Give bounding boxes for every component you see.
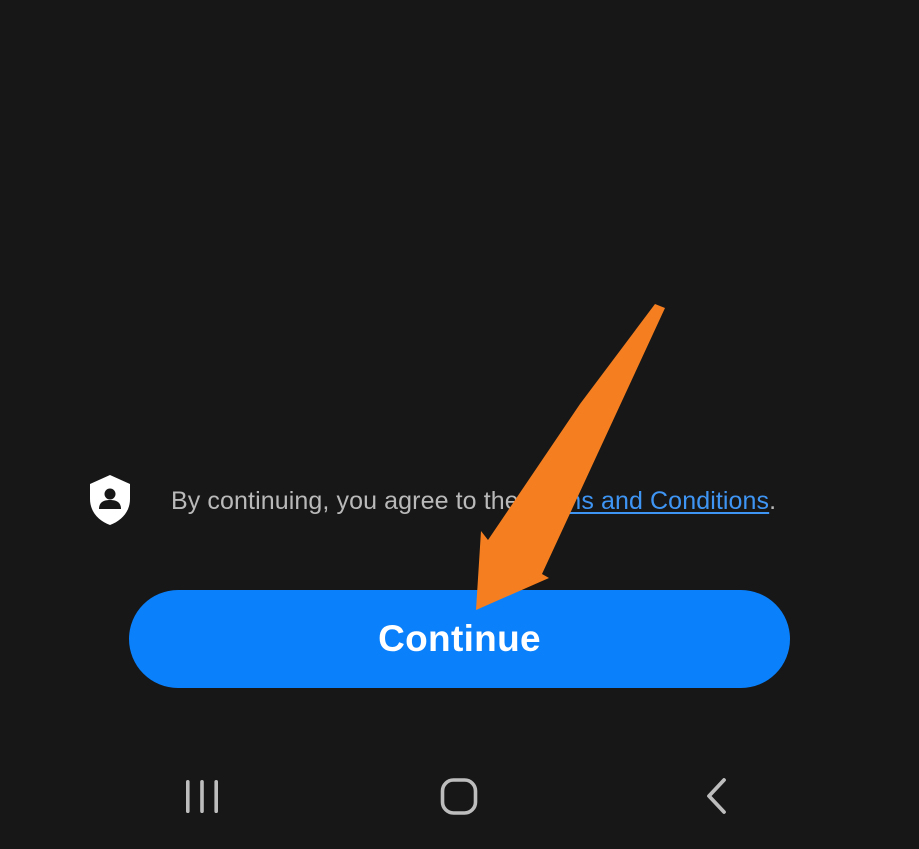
terms-and-conditions-link[interactable]: Terms and Conditions	[525, 487, 769, 515]
terms-screen: By continuing, you agree to the Terms an…	[0, 0, 919, 849]
annotation-arrow	[476, 304, 665, 610]
privacy-shield-icon	[90, 475, 130, 525]
back-button[interactable]	[672, 755, 762, 839]
continue-button[interactable]: Continue	[129, 590, 790, 688]
back-icon	[707, 778, 726, 814]
terms-text: By continuing, you agree to the Terms an…	[171, 484, 776, 518]
terms-suffix: .	[769, 487, 777, 515]
terms-prefix: By continuing, you agree to the	[171, 487, 526, 515]
recents-button[interactable]	[157, 755, 247, 839]
navigation-bar	[0, 755, 919, 839]
recents-icon	[186, 780, 218, 813]
home-icon	[440, 778, 478, 815]
home-button[interactable]	[414, 755, 504, 839]
terms-notice: By continuing, you agree to the Terms an…	[0, 470, 919, 534]
annotation-arrow-shape	[476, 304, 665, 610]
